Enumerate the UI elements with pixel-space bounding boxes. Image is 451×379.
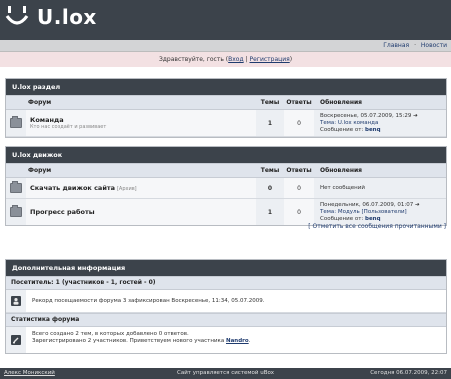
info-title: Дополнительная информация bbox=[6, 260, 446, 276]
forum-row: Прогресс работы 1 0 Понедельник, 06.07.2… bbox=[6, 199, 446, 225]
forum-row: Команда Кто нас создаёт и развивает 1 0 … bbox=[6, 110, 446, 137]
column-header: Форум Темы Ответы Обновления bbox=[6, 163, 446, 178]
replies-count: 0 bbox=[284, 199, 314, 225]
stats-line-1: Всего создано 2 тем, в которых добавлено… bbox=[32, 331, 189, 337]
last-post-by: Сообщение от: bbox=[320, 215, 364, 222]
col-updates: Обновления bbox=[320, 167, 363, 174]
last-post-author[interactable]: benq bbox=[365, 127, 381, 133]
section-title[interactable]: U.lox движок bbox=[6, 147, 446, 163]
forum-section-ulox: U.lox раздел Форум Темы Ответы Обновлени… bbox=[5, 78, 447, 138]
last-post-info: Понедельник, 06.07.2009, 01:07 ➔ Тема: М… bbox=[314, 199, 446, 225]
greeting-prefix: Здравствуйте, гость ( bbox=[158, 56, 229, 63]
column-header: Форум Темы Ответы Обновления bbox=[6, 95, 446, 110]
site-footer: Сайт управляется системой uBox Алекс Мон… bbox=[0, 368, 451, 379]
online-record-text: Рекорд посещаемости форума 3 зафиксирова… bbox=[26, 290, 446, 312]
last-post-date: Понедельник, 06.07.2009, 01:07 bbox=[320, 201, 414, 208]
col-topics: Темы bbox=[260, 99, 280, 106]
last-post-author[interactable]: benq bbox=[365, 216, 381, 222]
online-title: Посетитель: 1 (участников - 1, гостей - … bbox=[6, 276, 446, 290]
last-post-topic[interactable]: Тема: U.lox команда bbox=[320, 120, 440, 127]
section-title[interactable]: U.lox раздел bbox=[6, 79, 446, 95]
stats-text: Всего создано 2 тем, в которых добавлено… bbox=[26, 327, 446, 353]
topics-count: 0 bbox=[256, 178, 284, 198]
mark-all-read-link[interactable]: [ Отметить все сообщения прочитанными ] bbox=[308, 223, 446, 230]
logo[interactable]: U.lox bbox=[5, 4, 97, 30]
forum-description: Кто нас создаёт и развивает bbox=[30, 124, 107, 130]
topics-count: 1 bbox=[256, 199, 284, 225]
last-post-by: Сообщение от: bbox=[320, 126, 364, 133]
logo-text: U.lox bbox=[37, 5, 97, 29]
last-post-info: Нет сообщений bbox=[314, 178, 446, 198]
col-replies: Ответы bbox=[286, 99, 312, 106]
last-post-topic[interactable]: Тема: Модуль [Пользователи] bbox=[320, 209, 440, 216]
folder-icon bbox=[10, 205, 22, 217]
stats-row: Всего создано 2 тем, в которых добавлено… bbox=[6, 327, 446, 353]
nav-news-link[interactable]: Новости bbox=[421, 42, 447, 49]
last-post-date: Нет сообщений bbox=[320, 184, 365, 191]
col-topics: Темы bbox=[260, 167, 280, 174]
goto-last-post-icon[interactable]: ➔ bbox=[415, 202, 420, 208]
forum-section-engine: U.lox движок Форум Темы Ответы Обновлени… bbox=[5, 146, 447, 226]
site-header: U.lox bbox=[0, 0, 451, 40]
footer-copyright-link[interactable]: Алекс Моникский bbox=[4, 368, 55, 379]
col-forum: Форум bbox=[28, 167, 52, 174]
stats-title: Статистика форума bbox=[6, 313, 446, 327]
forum-row: Скачать движок сайта [Архив] 0 0 Нет соо… bbox=[6, 178, 446, 199]
replies-count: 0 bbox=[284, 178, 314, 198]
newest-member-link[interactable]: Nandro bbox=[226, 338, 249, 344]
stats-icon bbox=[11, 335, 21, 345]
stats-line-2-end: . bbox=[248, 338, 251, 344]
online-row: Рекорд посещаемости форума 3 зафиксирова… bbox=[6, 290, 446, 313]
register-link[interactable]: Регистрация bbox=[249, 56, 289, 63]
greeting-bar: Здравствуйте, гость (Вход | Регистрация) bbox=[0, 52, 451, 67]
topics-count: 1 bbox=[256, 110, 284, 136]
forum-link[interactable]: Команда bbox=[30, 116, 252, 124]
info-panel: Дополнительная информация Посетитель: 1 … bbox=[5, 259, 447, 354]
nav-home-link[interactable]: Главная bbox=[383, 42, 409, 49]
stats-line-2: Зарегистрировано 2 участников. Приветств… bbox=[32, 338, 226, 344]
folder-icon bbox=[10, 181, 22, 193]
greeting-suffix: ) bbox=[289, 56, 293, 63]
forum-link[interactable]: Скачать движок сайта bbox=[30, 184, 115, 192]
last-post-info: Воскресенье, 05.07.2009, 15:29 ➔ Тема: U… bbox=[314, 110, 446, 136]
top-navbar: Главная · Новости bbox=[0, 40, 451, 52]
col-updates: Обновления bbox=[320, 99, 363, 106]
col-forum: Форум bbox=[28, 99, 52, 106]
nav-separator: · bbox=[414, 42, 416, 49]
replies-count: 0 bbox=[284, 110, 314, 136]
folder-icon bbox=[10, 116, 22, 128]
last-post-date: Воскресенье, 05.07.2009, 15:29 bbox=[320, 112, 412, 119]
forum-tag: [Архив] bbox=[116, 186, 137, 192]
goto-last-post-icon[interactable]: ➔ bbox=[413, 113, 418, 119]
forum-link[interactable]: Прогресс работы bbox=[30, 208, 252, 216]
footer-date: Сегодня 06.07.2009, 22:07 bbox=[370, 370, 447, 376]
login-link[interactable]: Вход bbox=[228, 56, 244, 63]
col-replies: Ответы bbox=[286, 167, 312, 174]
smile-logo-icon bbox=[5, 4, 29, 30]
users-icon bbox=[11, 296, 21, 306]
